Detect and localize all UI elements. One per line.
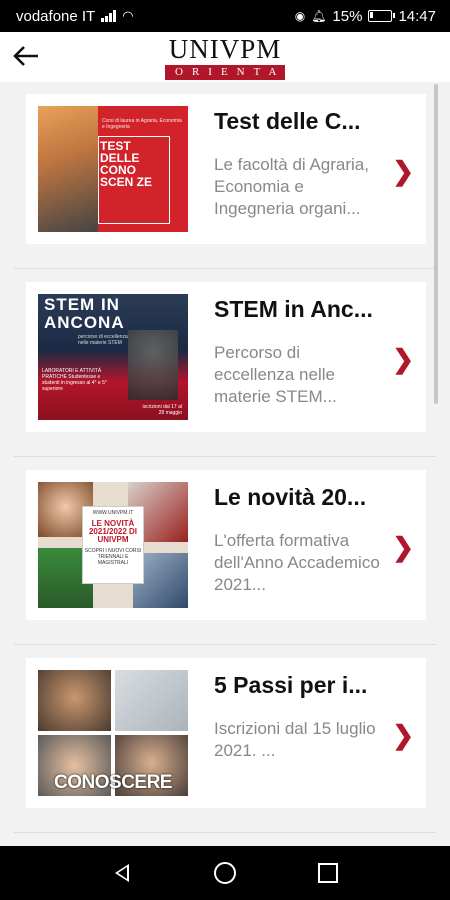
battery-percent: 15% xyxy=(332,7,363,25)
item-description: Percorso di eccellenza nelle materie STE… xyxy=(214,343,337,406)
divider xyxy=(14,644,436,645)
scrollbar[interactable] xyxy=(434,84,438,404)
divider xyxy=(14,268,436,269)
status-bar: vodafone IT ◠ ◉ 🔔︎ 15% 14:47 xyxy=(0,0,450,32)
thumb-date: iscrizioni dal 17 al 28 maggio xyxy=(142,404,182,416)
mute-icon: 🔔︎ xyxy=(311,9,327,23)
item-thumbnail: WWW.UNIVPM.IT LE NOVITÀ 2021/2022 DI UNI… xyxy=(38,482,188,608)
thumb-caption: Corsi di laurea in Agraria, Economia e I… xyxy=(102,118,182,130)
logo-sub-text: ORIENTA xyxy=(165,65,285,80)
item-thumbnail: STEM IN ANCONA percorso di eccellenza ne… xyxy=(38,294,188,420)
thumb-panel xyxy=(82,506,144,584)
thumb-body: LABORATORI E ATTIVITÀ PRATICHE Studentes… xyxy=(42,368,107,392)
divider xyxy=(14,832,436,833)
item-title: Test delle C... xyxy=(214,108,361,134)
chevron-right-icon[interactable]: ❯ xyxy=(392,532,414,563)
back-arrow-icon[interactable] xyxy=(10,40,42,72)
item-title: 5 Passi per i... xyxy=(214,672,368,698)
clock: 14:47 xyxy=(398,7,436,25)
laptop-image xyxy=(38,106,98,232)
recents-icon[interactable] xyxy=(313,858,343,888)
item-description: Iscrizioni dal 15 luglio 2021. ... xyxy=(214,719,376,760)
item-title: STEM in Anc... xyxy=(214,296,373,322)
photo-woman xyxy=(38,670,111,731)
chevron-right-icon[interactable]: ❯ xyxy=(392,344,414,375)
home-icon[interactable] xyxy=(210,858,240,888)
chevron-right-icon[interactable]: ❯ xyxy=(392,720,414,751)
app-bar: UNIVPM ORIENTA xyxy=(0,32,450,82)
item-description: L'offerta formativa dell'Anno Accademico… xyxy=(214,531,380,594)
logo-main-text: UNIVPM xyxy=(168,34,282,64)
thumb-headline: TEST DELLE CONO SCEN ZE xyxy=(100,139,153,189)
thumb-headline: STEM IN ANCONA xyxy=(44,295,125,332)
chevron-right-icon[interactable]: ❯ xyxy=(392,156,414,187)
item-title: Le novità 20... xyxy=(214,484,367,510)
univpm-orienta-logo: UNIVPM ORIENTA xyxy=(165,36,285,80)
photo-scientist xyxy=(115,670,188,731)
item-thumbnail: CONOSCERE xyxy=(38,670,188,796)
thumb-headline: CONOSCERE xyxy=(54,772,172,793)
item-thumbnail: Corsi di laurea in Agraria, Economia e I… xyxy=(38,106,188,232)
battery-icon xyxy=(368,10,396,22)
thumb-subtitle: percorso di eccellenza nelle materie STE… xyxy=(78,334,128,346)
thumb-url: WWW.UNIVPM.IT xyxy=(92,510,134,516)
back-icon[interactable] xyxy=(107,858,137,888)
eye-icon: ◉ xyxy=(294,9,306,23)
thumb-subtitle: SCOPRI I NUOVI CORSI TRIENNALI E MAGISTR… xyxy=(84,548,142,566)
carrier-label: vodafone IT xyxy=(16,7,96,25)
list-item[interactable]: STEM IN ANCONA percorso di eccellenza ne… xyxy=(26,282,426,432)
divider xyxy=(14,456,436,457)
thumb-headline: LE NOVITÀ 2021/2022 DI UNIVPM xyxy=(88,519,138,544)
wifi-icon: ◠ xyxy=(122,8,134,23)
item-description: Le facoltà di Agraria, Economia e Ingegn… xyxy=(214,155,369,218)
content-list[interactable]: Corsi di laurea in Agraria, Economia e I… xyxy=(0,82,450,846)
list-item[interactable]: Corsi di laurea in Agraria, Economia e I… xyxy=(26,94,426,244)
system-nav-bar xyxy=(0,846,450,900)
list-item[interactable]: CONOSCERE 5 Passi per i... Iscrizioni da… xyxy=(26,658,426,808)
signal-icon xyxy=(101,10,117,22)
list-item[interactable]: WWW.UNIVPM.IT LE NOVITÀ 2021/2022 DI UNI… xyxy=(26,470,426,620)
